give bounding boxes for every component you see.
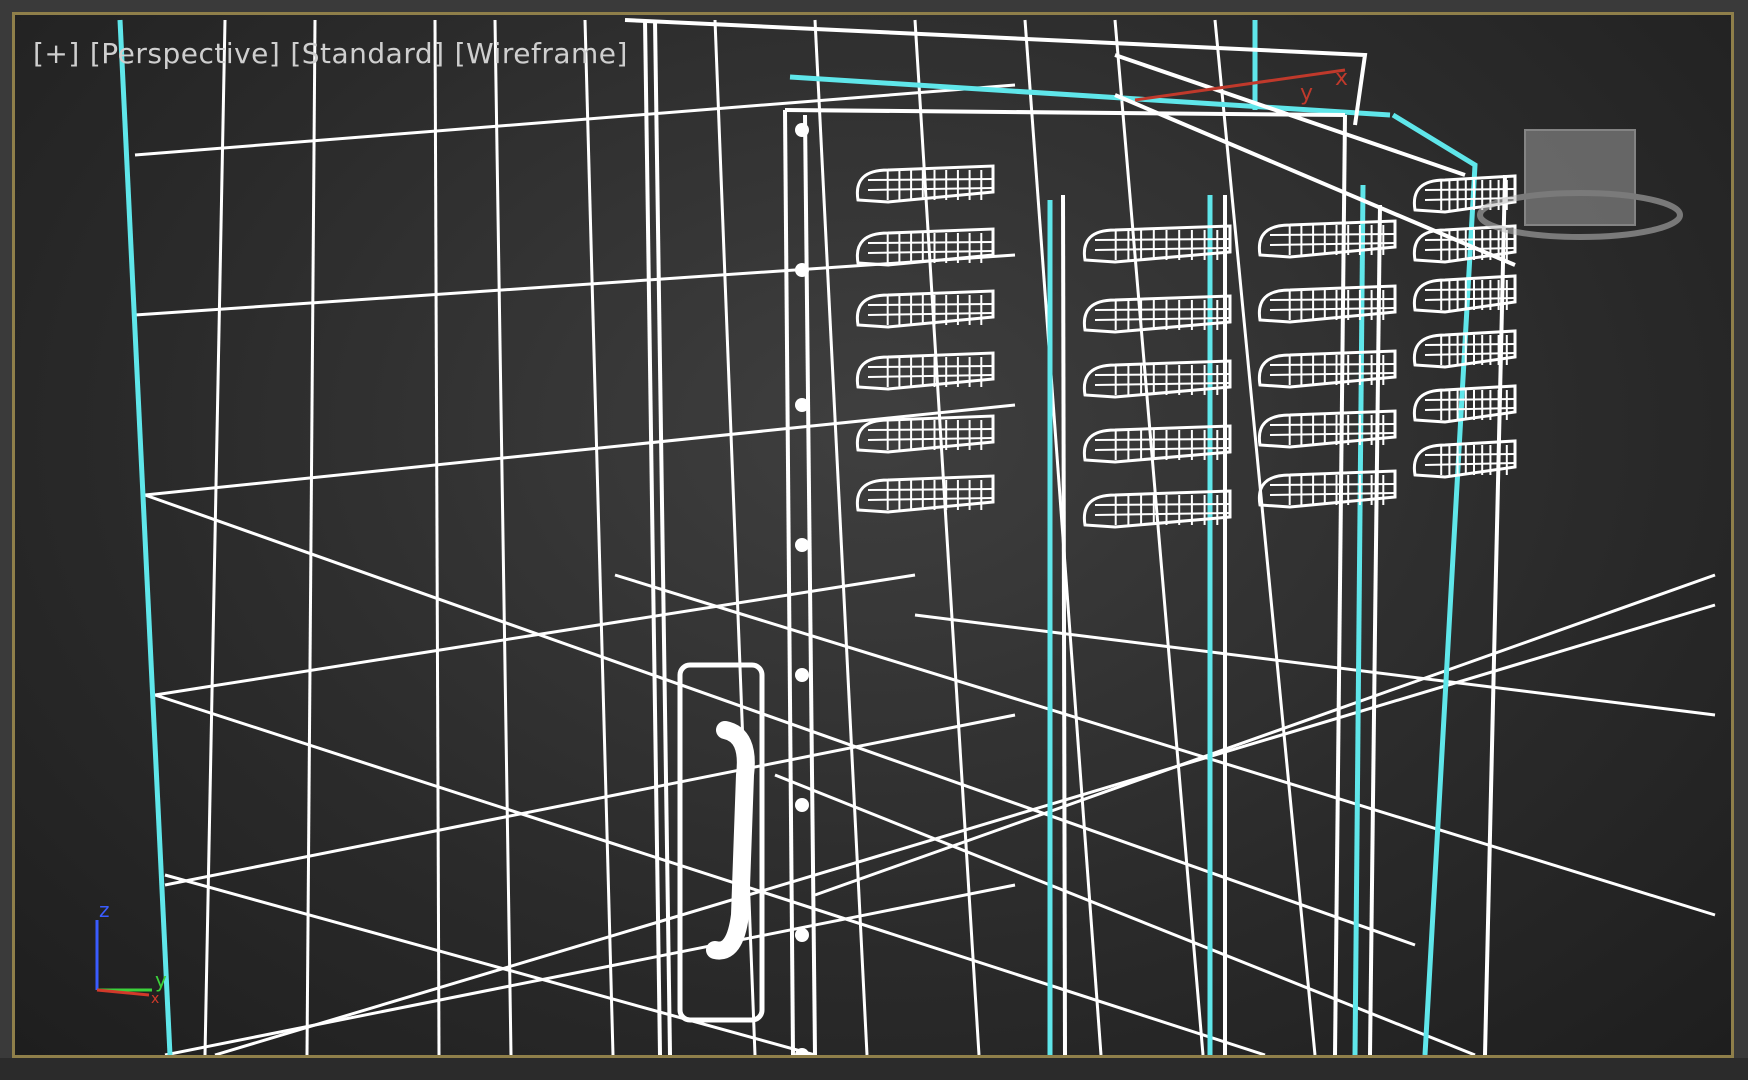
hinge-screw [795, 123, 809, 137]
cabinet-frame[interactable] [624, 18, 1516, 1055]
viewport-standard-menu[interactable]: [Standard] [288, 37, 446, 70]
louver-slat [1257, 219, 1397, 259]
wireframe-scene[interactable]: y x [15, 15, 1731, 1055]
viewport-label-bar: [+] [Perspective] [Standard] [Wireframe] [31, 37, 630, 70]
axis-x-label: x [151, 991, 159, 1005]
floor-grid [134, 19, 1716, 1055]
louver-slat [1412, 174, 1517, 214]
selected-object-outline[interactable] [117, 19, 1478, 1055]
wire-edge [914, 613, 1716, 717]
axis-y-label: y [155, 968, 167, 992]
louver-slat [855, 474, 995, 514]
louver-slat [1257, 409, 1397, 449]
wire-edge [1113, 19, 1205, 1055]
wire-edge [154, 693, 1266, 1055]
wire-edge [164, 873, 816, 1055]
viewport-shading-menu[interactable]: [Wireframe] [453, 37, 630, 70]
hinge-screw [795, 538, 809, 552]
status-bar [0, 1058, 1748, 1080]
louver-slat [1257, 349, 1397, 389]
wire-edge [433, 19, 441, 1055]
perspective-viewport[interactable]: y x [+] [Perspective] [Standard] [Wirefr… [12, 12, 1734, 1058]
louver-slat [855, 227, 995, 267]
gizmo-x-label: x [1335, 66, 1348, 91]
hinge-screw [795, 928, 809, 942]
hinge-screw [795, 668, 809, 682]
viewport-plus-menu[interactable]: [+] [31, 37, 82, 70]
axis-tripod-icon: z y x [95, 898, 167, 1005]
louver-slat [855, 414, 995, 454]
wire-edge [583, 19, 615, 1055]
wire-edge [814, 573, 1716, 897]
hinge-screw [795, 263, 809, 277]
hinge-screw [795, 798, 809, 812]
wire-edge [614, 573, 1716, 917]
wire-edge [203, 19, 227, 1055]
hinge-screw [795, 398, 809, 412]
louver-slat [855, 289, 995, 329]
door-handle[interactable] [706, 721, 755, 960]
axis-z-label: z [99, 898, 110, 922]
wire-edge [134, 83, 1016, 157]
viewcube-icon[interactable] [1477, 129, 1683, 240]
app-window: y x [+] [Perspective] [Standard] [Wirefr… [0, 0, 1748, 1080]
louver-slat [855, 351, 995, 391]
wire-edge [305, 19, 317, 1055]
gizmo-y-label: y [1300, 81, 1313, 106]
louver-slat [1257, 284, 1397, 324]
vent-louvers[interactable] [855, 164, 1517, 529]
wire-edge [813, 19, 869, 1055]
wire-edge [493, 19, 513, 1055]
viewport-pov-menu[interactable]: [Perspective] [88, 37, 283, 70]
